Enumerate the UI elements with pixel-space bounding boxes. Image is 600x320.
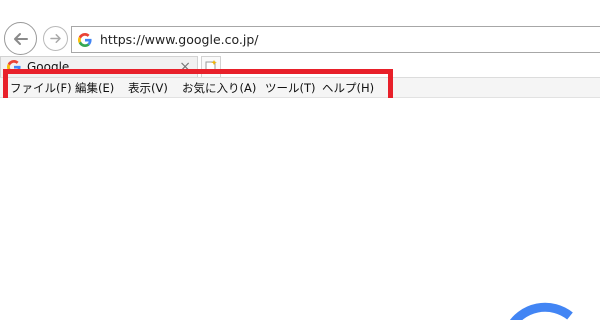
- tab-title: Google: [27, 60, 70, 74]
- new-tab-button[interactable]: [201, 56, 221, 77]
- menu-view[interactable]: 表示(V): [128, 80, 168, 96]
- address-toolbar: https://www.google.co.jp/: [0, 0, 600, 55]
- tab-close-button[interactable]: ×: [179, 59, 191, 75]
- tab-google[interactable]: Google ×: [0, 56, 198, 77]
- menu-file[interactable]: ファイル(F): [10, 80, 72, 96]
- google-g-icon: [7, 60, 21, 74]
- page-content: [0, 98, 600, 320]
- menu-bar: ファイル(F) 編集(E) 表示(V) お気に入り(A) ツール(T) ヘルプ(…: [0, 77, 600, 98]
- google-logo-fragment: [509, 302, 573, 320]
- forward-button[interactable]: [43, 26, 68, 51]
- forward-arrow-icon: [50, 34, 61, 43]
- google-g-icon: [78, 32, 92, 47]
- back-arrow-icon: [13, 32, 28, 45]
- new-tab-icon: [205, 60, 217, 74]
- tab-strip: Google ×: [0, 56, 600, 77]
- back-button[interactable]: [4, 22, 37, 55]
- url-text[interactable]: https://www.google.co.jp/: [100, 32, 259, 47]
- menu-tools[interactable]: ツール(T): [265, 80, 316, 96]
- address-bar[interactable]: https://www.google.co.jp/: [71, 26, 600, 53]
- menu-favorites[interactable]: お気に入り(A): [182, 80, 256, 96]
- menu-edit[interactable]: 編集(E): [75, 80, 114, 96]
- menu-help[interactable]: ヘルプ(H): [322, 80, 374, 96]
